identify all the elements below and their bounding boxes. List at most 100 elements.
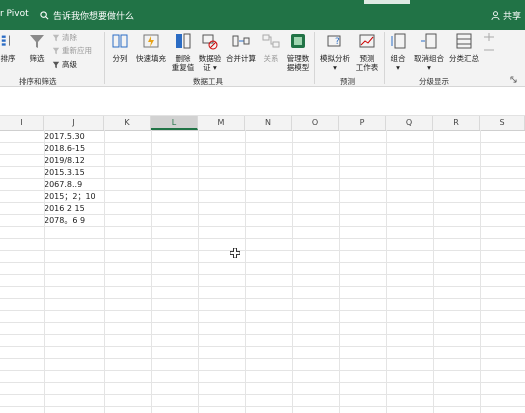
grid-row-line	[0, 154, 525, 155]
grid-row-line	[0, 406, 525, 407]
what-if-analysis-button[interactable]: ? 模拟分析 ▾	[318, 32, 352, 72]
cell-j1[interactable]: 2017.5.30	[44, 131, 85, 142]
share-button[interactable]: 共享	[491, 9, 521, 22]
filter-button[interactable]: 筛选	[26, 32, 48, 63]
cell-j7[interactable]: 2016 2 15	[44, 203, 85, 214]
crosshair-cursor-icon	[230, 248, 240, 258]
group-data-tools: 数据工具	[193, 77, 223, 86]
column-header-m[interactable]: M	[198, 116, 245, 130]
grid-row-line	[0, 310, 525, 311]
clear-filter-icon	[52, 34, 60, 41]
flash-fill-button[interactable]: 快速填充	[134, 32, 168, 63]
cell-j2[interactable]: 2018.6-15	[44, 143, 85, 154]
data-validation-button[interactable]: 数据验 证 ▾	[197, 32, 223, 72]
group-icon	[391, 33, 406, 49]
grid-row-line	[0, 370, 525, 371]
subtotal-label: 分类汇总	[449, 54, 479, 63]
grid-row-line	[0, 334, 525, 335]
grid-row-line	[0, 214, 525, 215]
clear-button[interactable]: 清除	[52, 33, 77, 42]
data-ribbon: 排序 筛选 清除 重新应用 高级 分列 快速填充 删除 重复值 数据验 证 ▾ …	[0, 30, 525, 87]
ungroup-button[interactable]: 取消组合 ▾	[412, 32, 446, 72]
consolidate-icon	[232, 35, 250, 47]
remove-duplicates-label-2: 重复值	[171, 63, 195, 72]
column-header-s[interactable]: S	[480, 116, 525, 130]
manage-data-model-label-1: 管理数	[286, 54, 310, 63]
what-if-label-1: 模拟分析	[320, 54, 350, 63]
subtotal-icon	[456, 33, 472, 49]
column-header-l[interactable]: L	[151, 116, 198, 130]
outline-dialog-launcher[interactable]	[510, 76, 517, 83]
grid-row-line	[0, 166, 525, 167]
grid-row-line	[0, 394, 525, 395]
remove-duplicates-button[interactable]: 删除 重复值	[170, 32, 196, 72]
text-to-columns-label: 分列	[112, 54, 128, 63]
cell-j4[interactable]: 2015.3.15	[44, 167, 85, 178]
advanced-label: 高级	[62, 60, 77, 69]
manage-data-model-button[interactable]: 管理数 据模型	[284, 32, 312, 72]
consolidate-button[interactable]: 合并计算	[224, 32, 258, 63]
grid-row-line	[0, 250, 525, 251]
grid-row-line	[0, 202, 525, 203]
grid-row-line	[0, 358, 525, 359]
consolidate-label: 合并计算	[226, 54, 256, 63]
column-header-q[interactable]: Q	[386, 116, 433, 130]
reapply-label: 重新应用	[62, 46, 92, 55]
remove-duplicates-icon	[176, 33, 191, 49]
what-if-icon: ?	[327, 35, 341, 47]
grid-row-line	[0, 286, 525, 287]
grid-row-line	[0, 298, 525, 299]
grid-row-line	[0, 262, 525, 263]
formula-area	[0, 87, 525, 116]
ungroup-label-1: 取消组合	[414, 54, 444, 63]
dialog-launcher-icon	[510, 76, 517, 83]
grid-row-line	[0, 322, 525, 323]
cell-j3[interactable]: 2019/8.12	[44, 155, 85, 166]
cell-j8[interactable]: 2078。6 9	[44, 215, 85, 226]
relationships-button[interactable]: 关系	[260, 32, 282, 63]
subtotal-button[interactable]: 分类汇总	[447, 32, 481, 63]
column-header-r[interactable]: R	[433, 116, 480, 130]
power-pivot-tab[interactable]: r Pivot	[0, 9, 29, 19]
advanced-button[interactable]: 高级	[52, 60, 77, 69]
cell-j6[interactable]: 2015；2；10	[44, 191, 96, 202]
sort-button[interactable]: 排序	[0, 32, 16, 63]
column-header-j[interactable]: J	[44, 116, 104, 130]
group-outline: 分级显示	[419, 77, 449, 86]
group-sort-filter: 排序和筛选	[19, 77, 57, 86]
column-header-o[interactable]: O	[292, 116, 339, 130]
column-headers: I J K L M N O P Q R S	[0, 116, 525, 131]
search-icon	[40, 11, 49, 20]
reapply-button[interactable]: 重新应用	[52, 46, 92, 55]
data-validation-label-2: 证 ▾	[203, 63, 217, 72]
group-label-2: ▾	[396, 63, 400, 72]
column-header-n[interactable]: N	[245, 116, 292, 130]
show-detail-button[interactable]	[484, 33, 494, 41]
grid-row-line	[0, 142, 525, 143]
column-header-p[interactable]: P	[339, 116, 386, 130]
flash-fill-icon	[143, 34, 159, 48]
reapply-icon	[52, 47, 60, 54]
group-forecast: 预测	[340, 77, 355, 86]
manage-data-model-label-2: 据模型	[286, 63, 310, 72]
sort-label: 排序	[0, 54, 16, 63]
column-header-i[interactable]: I	[0, 116, 44, 130]
text-to-columns-button[interactable]: 分列	[109, 32, 131, 63]
hide-detail-button[interactable]	[484, 46, 494, 54]
cell-j5[interactable]: 2067.8..9	[44, 179, 82, 190]
group-button[interactable]: 组合 ▾	[387, 32, 409, 72]
forecast-sheet-button[interactable]: 预测 工作表	[353, 32, 381, 72]
clear-label: 清除	[62, 33, 77, 42]
grid-row-line	[0, 178, 525, 179]
advanced-filter-icon	[52, 61, 60, 68]
title-bar: r Pivot 告诉我你想要做什么 共享	[0, 0, 525, 30]
forecast-sheet-label-2: 工作表	[355, 63, 379, 72]
column-header-k[interactable]: K	[104, 116, 151, 130]
worksheet-grid[interactable]: 2017.5.30 2018.6-15 2019/8.12 2015.3.15 …	[0, 130, 525, 413]
grid-row-line	[0, 346, 525, 347]
ungroup-icon	[421, 33, 437, 49]
forecast-sheet-icon	[359, 34, 375, 48]
tell-me-box[interactable]: 告诉我你想要做什么	[40, 9, 134, 22]
relationships-icon	[262, 34, 280, 48]
sort-icon	[1, 35, 10, 46]
